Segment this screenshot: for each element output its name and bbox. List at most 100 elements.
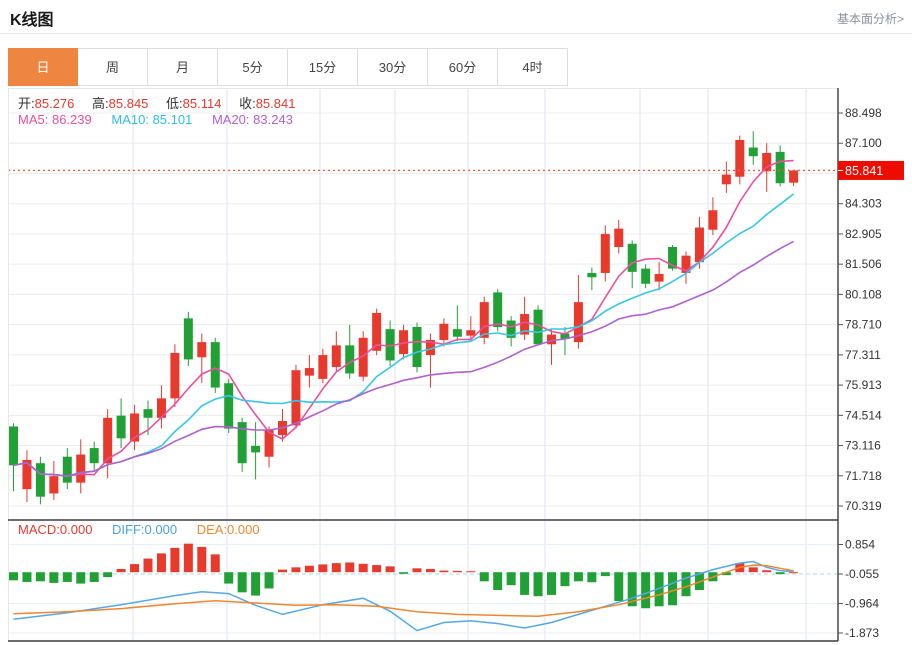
tab-60分[interactable]: 60分: [428, 48, 498, 86]
price-tick-label: 84.303: [845, 197, 882, 211]
ohlc-legend: 开:85.276 高:85.845 低:85.114 收:85.841: [18, 93, 309, 112]
open-label: 开:: [18, 96, 35, 111]
candle-body: [291, 370, 301, 426]
kline-chart-area[interactable]: 88.498 87.100 84.303 82.905 81.506 80.108 78.7…: [8, 88, 904, 642]
macd-bar: [789, 572, 799, 574]
period-tabbar: 日周月 5分 15分 30分 60分 4时: [8, 48, 568, 86]
tab-15分[interactable]: 15分: [288, 48, 358, 86]
ma10-group: MA10: 85.101: [111, 112, 192, 127]
macd-bar: [775, 572, 785, 575]
tab-4时[interactable]: 4时: [498, 48, 568, 86]
macd-bar: [641, 572, 651, 609]
macd-tick-label: -0.964: [845, 596, 879, 610]
candle-body: [439, 323, 449, 340]
price-tick-label: 87.100: [845, 136, 882, 150]
macd-bar: [614, 572, 624, 602]
header-divider: [0, 33, 912, 34]
candle-body: [789, 170, 799, 183]
candle-body: [694, 227, 704, 263]
close-value: 85.841: [255, 96, 296, 111]
macd-bar: [278, 569, 287, 573]
macd-bar: [372, 565, 382, 573]
macd-bar: [224, 572, 234, 584]
candle-body: [76, 454, 86, 483]
candle-body: [627, 243, 637, 272]
macd-bar: [170, 547, 180, 573]
macd-bar: [103, 572, 113, 578]
candle-body: [116, 415, 126, 439]
macd-bar: [681, 572, 691, 597]
candle-body: [170, 352, 180, 399]
candle-body: [197, 342, 207, 358]
ma20-value: 83.243: [253, 112, 293, 127]
macd-legend: MACD:0.000 DIFF:0.000 DEA:0.000: [18, 522, 276, 537]
tab-周[interactable]: 周: [78, 48, 148, 86]
tab-30分[interactable]: 30分: [358, 48, 428, 86]
macd-bar: [89, 572, 99, 582]
low-label: 低:: [166, 96, 183, 111]
low-value: 85.114: [182, 96, 222, 111]
price-tick-label: 78.710: [845, 318, 882, 332]
dea-value: DEA:0.000: [196, 522, 260, 537]
ma5-group: MA5: 86.239: [18, 112, 92, 127]
macd-bar: [412, 568, 422, 573]
high-label: 高:: [92, 96, 109, 111]
macd-bar: [116, 568, 126, 573]
candle-body: [748, 147, 758, 157]
price-tick-label: 74.514: [845, 408, 882, 422]
fundamental-analysis-link[interactable]: 基本面分析>: [837, 10, 904, 27]
macd-bar: [49, 572, 59, 583]
close-label: 收:: [239, 96, 256, 111]
price-tick-label: 88.498: [845, 106, 882, 120]
macd-bar: [668, 572, 678, 606]
current-price-label: 85.841: [845, 164, 883, 178]
macd-bar: [560, 572, 570, 587]
macd-bar: [345, 562, 355, 573]
macd-bar: [425, 568, 435, 573]
tab-5分[interactable]: 5分: [218, 48, 288, 86]
macd-bar: [156, 553, 166, 573]
macd-bar: [183, 543, 193, 573]
macd-bar: [399, 572, 409, 574]
macd-bar: [251, 572, 261, 596]
price-tick-label: 75.913: [845, 378, 882, 392]
candle-body: [452, 329, 462, 337]
macd-bar: [439, 570, 449, 573]
price-tick-label: 77.311: [845, 348, 881, 362]
macd-bar: [9, 572, 18, 581]
candle-body: [89, 448, 99, 464]
page-title: K线图: [10, 12, 54, 29]
candle-body: [600, 234, 610, 273]
open-group: 开:85.276: [18, 96, 74, 111]
ma10-value: 85.101: [152, 112, 193, 127]
candle-body: [9, 426, 18, 466]
macd-bar: [762, 570, 772, 573]
candle-body: [762, 152, 772, 172]
candle-body: [224, 383, 234, 429]
macd-bar: [264, 572, 274, 589]
macd-bar: [520, 572, 530, 595]
candle-body: [466, 330, 476, 336]
macd-bar: [479, 572, 489, 582]
kline-page: K线图 基本面分析> 日周月 5分 15分 30分 60分 4时 88.498 87.100…: [0, 0, 912, 645]
kline-chart-svg[interactable]: 88.498 87.100 84.303 82.905 81.506 80.108 78.7…: [8, 88, 904, 642]
macd-bar: [506, 572, 516, 586]
macd-bar: [533, 572, 543, 597]
candle-body: [641, 268, 651, 284]
ma5-label: MA5:: [18, 112, 49, 127]
macd-bar: [318, 564, 328, 573]
macd-bar: [143, 558, 153, 573]
macd-bar: [130, 564, 140, 573]
macd-tick-label: -0.055: [845, 567, 879, 581]
candle-body: [318, 355, 328, 379]
tab-日[interactable]: 日: [8, 48, 78, 86]
macd-bar: [493, 572, 503, 591]
macd-bar: [35, 572, 45, 582]
low-group: 低:85.114: [166, 96, 221, 111]
price-tick-label: 70.319: [845, 499, 882, 513]
price-tick-label: 73.116: [845, 439, 881, 453]
close-group: 收:85.841: [239, 96, 295, 111]
high-value: 85.845: [108, 96, 149, 111]
macd-bar: [291, 567, 301, 573]
tab-月[interactable]: 月: [148, 48, 218, 86]
